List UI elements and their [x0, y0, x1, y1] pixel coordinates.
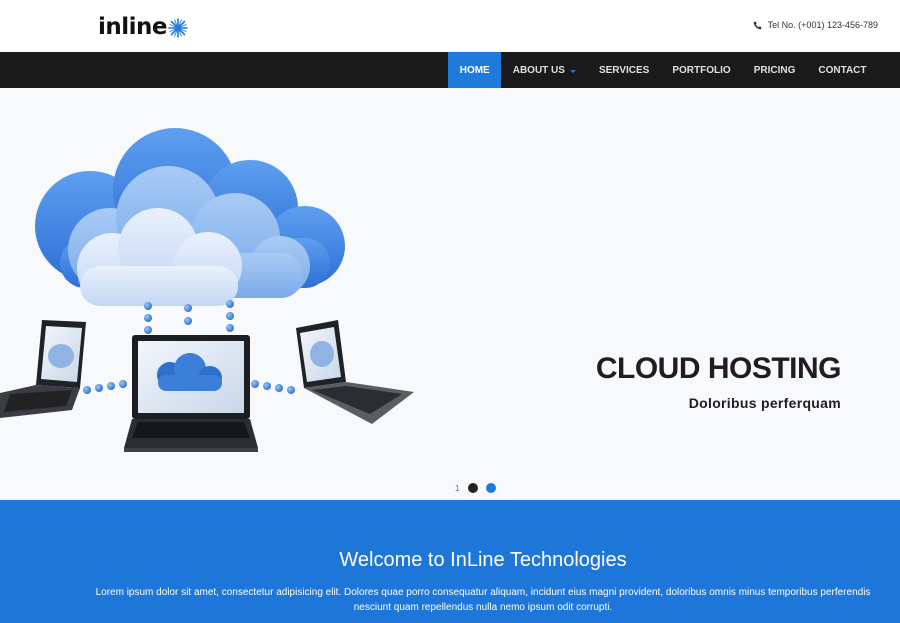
nav-pricing[interactable]: PRICING	[742, 52, 807, 88]
welcome-title: Welcome to InLine Technologies	[339, 549, 627, 571]
nav-services[interactable]: SERVICES	[587, 52, 660, 88]
contact-phone-text: Tel No. (+001) 123-456-789	[767, 20, 878, 30]
site-logo[interactable]: inline	[98, 14, 188, 40]
pager-number: 1	[455, 483, 460, 493]
nav-about-us[interactable]: ABOUT US	[501, 52, 587, 88]
slider-dot-1[interactable]	[468, 483, 479, 493]
logo-text: inline	[98, 14, 168, 40]
nav-portfolio-label: PORTFOLIO	[672, 64, 731, 76]
caret-down-icon	[569, 69, 576, 73]
nav-contact[interactable]: CONTACT	[807, 52, 878, 88]
nav-pricing-label: PRICING	[753, 64, 796, 76]
slider-dot-2[interactable]	[486, 483, 497, 493]
hero-title: CLOUD HOSTING	[595, 352, 842, 385]
cloud-network-illustration	[0, 128, 414, 452]
phone-icon	[753, 21, 761, 29]
star-burst-icon	[168, 18, 188, 38]
nav-contact-label: CONTACT	[818, 64, 867, 76]
nav-about-label: ABOUT US	[512, 64, 565, 76]
contact-info: Tel No. (+001) 123-456-789	[753, 20, 878, 30]
hero-slider: CLOUD HOSTING Doloribus perferquam 1	[0, 88, 900, 500]
hero-subtitle: Doloribus perferquam	[688, 395, 841, 411]
welcome-text: Lorem ipsum dolor sit amet, consectetur …	[95, 587, 871, 613]
slider-pager: 1	[455, 483, 504, 493]
welcome-section: Welcome to InLine Technologies Lorem ips…	[0, 500, 900, 623]
top-header: inline Tel No. (+001) 123-456-789	[0, 0, 900, 52]
nav-services-label: SERVICES	[598, 64, 650, 76]
main-navbar: HOME ABOUT US SERVICES PORTFOLIO PRICING…	[0, 52, 900, 88]
nav-portfolio[interactable]: PORTFOLIO	[661, 52, 742, 88]
nav-home[interactable]: HOME	[448, 52, 502, 88]
main-nav: HOME ABOUT US SERVICES PORTFOLIO PRICING…	[448, 52, 878, 88]
nav-home-label: HOME	[459, 64, 490, 76]
